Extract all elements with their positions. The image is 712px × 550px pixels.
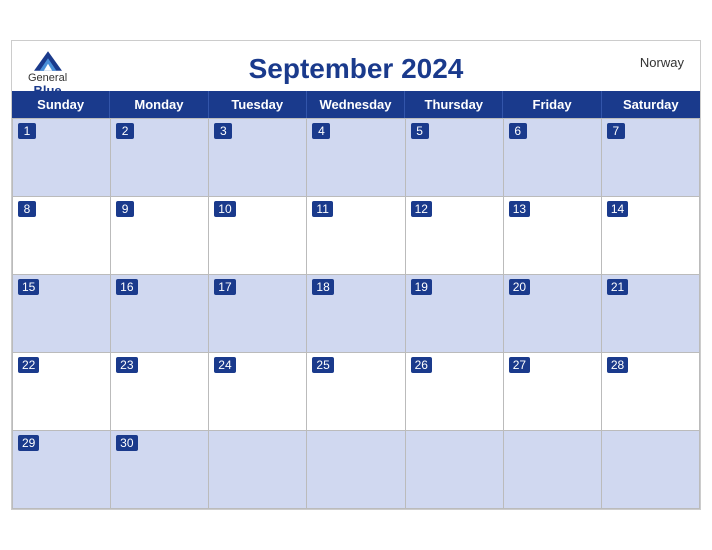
header-saturday: Saturday xyxy=(602,91,700,118)
day-number: 16 xyxy=(116,279,137,295)
day-cell xyxy=(602,430,700,508)
calendar: General Blue September 2024 Norway Sunda… xyxy=(11,40,701,510)
day-number: 5 xyxy=(411,123,429,139)
day-number: 8 xyxy=(18,201,36,217)
day-number: 15 xyxy=(18,279,39,295)
day-cell: 23 xyxy=(111,352,209,430)
day-number: 27 xyxy=(509,357,530,373)
day-number: 14 xyxy=(607,201,628,217)
day-cell xyxy=(209,430,307,508)
day-cell: 21 xyxy=(602,274,700,352)
day-cell: 27 xyxy=(504,352,602,430)
day-number: 18 xyxy=(312,279,333,295)
day-cell: 11 xyxy=(307,196,405,274)
day-number: 17 xyxy=(214,279,235,295)
day-cell: 19 xyxy=(406,274,504,352)
day-cell: 8 xyxy=(13,196,111,274)
calendar-header: General Blue September 2024 Norway xyxy=(12,41,700,91)
day-number: 4 xyxy=(312,123,330,139)
header-wednesday: Wednesday xyxy=(307,91,405,118)
header-tuesday: Tuesday xyxy=(209,91,307,118)
day-number: 28 xyxy=(607,357,628,373)
day-number: 7 xyxy=(607,123,625,139)
day-headers: Sunday Monday Tuesday Wednesday Thursday… xyxy=(12,91,700,118)
day-cell: 29 xyxy=(13,430,111,508)
day-cell: 5 xyxy=(406,118,504,196)
day-cell: 2 xyxy=(111,118,209,196)
day-number: 26 xyxy=(411,357,432,373)
day-number: 11 xyxy=(312,201,332,217)
day-cell xyxy=(504,430,602,508)
day-number: 24 xyxy=(214,357,235,373)
header-friday: Friday xyxy=(503,91,601,118)
day-cell: 22 xyxy=(13,352,111,430)
day-cell: 12 xyxy=(406,196,504,274)
logo-area: General Blue xyxy=(28,51,67,97)
day-cell: 15 xyxy=(13,274,111,352)
day-cell: 16 xyxy=(111,274,209,352)
month-title: September 2024 xyxy=(249,53,464,85)
day-cell: 7 xyxy=(602,118,700,196)
country-label: Norway xyxy=(640,55,684,70)
day-cell: 1 xyxy=(13,118,111,196)
day-cell: 18 xyxy=(307,274,405,352)
day-cell xyxy=(406,430,504,508)
day-cell: 25 xyxy=(307,352,405,430)
day-cell: 26 xyxy=(406,352,504,430)
day-cell: 13 xyxy=(504,196,602,274)
day-number: 13 xyxy=(509,201,530,217)
day-cell: 6 xyxy=(504,118,602,196)
day-number: 23 xyxy=(116,357,137,373)
day-cell: 20 xyxy=(504,274,602,352)
day-cell: 9 xyxy=(111,196,209,274)
day-number: 30 xyxy=(116,435,137,451)
day-cell: 17 xyxy=(209,274,307,352)
day-number: 25 xyxy=(312,357,333,373)
day-number: 12 xyxy=(411,201,432,217)
day-cell: 10 xyxy=(209,196,307,274)
day-number: 9 xyxy=(116,201,134,217)
calendar-grid: 1234567891011121314151617181920212223242… xyxy=(12,118,700,509)
day-number: 22 xyxy=(18,357,39,373)
day-number: 21 xyxy=(607,279,628,295)
day-cell: 14 xyxy=(602,196,700,274)
day-cell: 4 xyxy=(307,118,405,196)
day-cell: 24 xyxy=(209,352,307,430)
header-monday: Monday xyxy=(110,91,208,118)
day-cell: 3 xyxy=(209,118,307,196)
day-number: 19 xyxy=(411,279,432,295)
day-cell xyxy=(307,430,405,508)
logo-icon xyxy=(34,51,62,71)
header-thursday: Thursday xyxy=(405,91,503,118)
day-number: 29 xyxy=(18,435,39,451)
day-number: 6 xyxy=(509,123,527,139)
day-number: 20 xyxy=(509,279,530,295)
day-cell: 30 xyxy=(111,430,209,508)
day-number: 1 xyxy=(18,123,36,139)
day-cell: 28 xyxy=(602,352,700,430)
day-number: 2 xyxy=(116,123,134,139)
day-number: 3 xyxy=(214,123,232,139)
day-number: 10 xyxy=(214,201,235,217)
logo-blue-text: Blue xyxy=(33,84,61,97)
